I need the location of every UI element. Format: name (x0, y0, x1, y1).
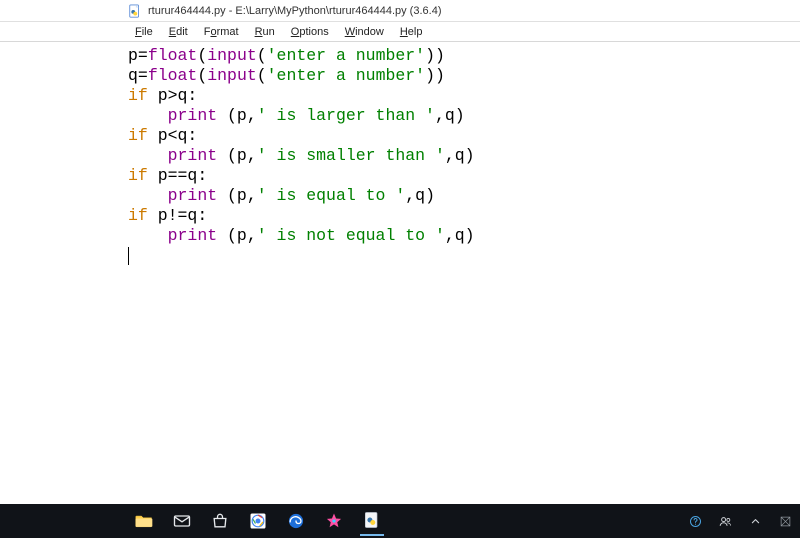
code-token: = (138, 46, 148, 65)
paint-icon[interactable] (322, 509, 346, 533)
code-token: ,q) (435, 106, 465, 125)
menu-run[interactable]: Run (248, 25, 282, 39)
taskbar-left (132, 506, 384, 536)
menu-bar: File Edit Format Run Options Window Help (0, 22, 800, 42)
code-token: ( (197, 46, 207, 65)
code-token (128, 186, 168, 205)
code-token: ' is smaller than ' (257, 146, 445, 165)
idle-icon[interactable] (360, 506, 384, 536)
code-token: input (207, 46, 257, 65)
title-bar[interactable]: rturur464444.py - E:\Larry\MyPython\rtur… (0, 0, 800, 22)
code-token: (p, (217, 146, 257, 165)
window-title: rturur464444.py - E:\Larry\MyPython\rtur… (148, 5, 441, 17)
code-token: (p, (217, 106, 257, 125)
code-token: ' is larger than ' (257, 106, 435, 125)
menu-options[interactable]: Options (284, 25, 336, 39)
code-token: p (128, 46, 138, 65)
code-token: 'enter a number' (267, 46, 425, 65)
code-token: p>q: (148, 86, 198, 105)
code-token: ,q) (445, 226, 475, 245)
code-token: ,q) (445, 146, 475, 165)
code-token: p!=q: (148, 206, 207, 225)
code-editor[interactable]: p=float(input('enter a number')) q=float… (126, 42, 800, 504)
left-gutter (0, 42, 126, 504)
menu-edit[interactable]: Edit (162, 25, 195, 39)
menu-format[interactable]: Format (197, 25, 246, 39)
code-token: print (168, 146, 218, 165)
store-icon[interactable] (208, 509, 232, 533)
code-token: ( (257, 66, 267, 85)
edge-icon[interactable] (284, 509, 308, 533)
code-token (128, 226, 168, 245)
code-token: ,q) (405, 186, 435, 205)
idle-window: rturur464444.py - E:\Larry\MyPython\rtur… (0, 0, 800, 538)
code-token: 'enter a number' (267, 66, 425, 85)
taskbar-right (686, 512, 794, 530)
placeholder-icon[interactable] (776, 512, 794, 530)
help-circle-icon[interactable] (686, 512, 704, 530)
code-token: ' is equal to ' (257, 186, 406, 205)
code-token: print (168, 226, 218, 245)
text-cursor (128, 247, 129, 265)
code-token: print (168, 106, 218, 125)
code-token: (p, (217, 186, 257, 205)
code-token: float (148, 66, 198, 85)
code-token: ( (197, 66, 207, 85)
code-token (128, 146, 168, 165)
code-token: if (128, 166, 148, 185)
code-token (128, 106, 168, 125)
code-token: input (207, 66, 257, 85)
mail-icon[interactable] (170, 509, 194, 533)
menu-window[interactable]: Window (338, 25, 391, 39)
taskbar (0, 504, 800, 538)
code-token: )) (425, 46, 445, 65)
menu-help[interactable]: Help (393, 25, 430, 39)
code-token: if (128, 206, 148, 225)
python-file-icon (128, 4, 142, 18)
chrome-icon[interactable] (246, 509, 270, 533)
chevron-up-icon[interactable] (746, 512, 764, 530)
code-token: print (168, 186, 218, 205)
people-icon[interactable] (716, 512, 734, 530)
code-token: ' is not equal to ' (257, 226, 445, 245)
code-token: p<q: (148, 126, 198, 145)
code-token: if (128, 86, 148, 105)
code-token: )) (425, 66, 445, 85)
code-token: ( (257, 46, 267, 65)
editor-area: p=float(input('enter a number')) q=float… (0, 42, 800, 504)
code-token: q (128, 66, 138, 85)
menu-file[interactable]: File (128, 25, 160, 39)
file-explorer-icon[interactable] (132, 509, 156, 533)
code-token: if (128, 126, 148, 145)
code-token: float (148, 46, 198, 65)
code-token: p==q: (148, 166, 207, 185)
code-token: = (138, 66, 148, 85)
code-token: (p, (217, 226, 257, 245)
